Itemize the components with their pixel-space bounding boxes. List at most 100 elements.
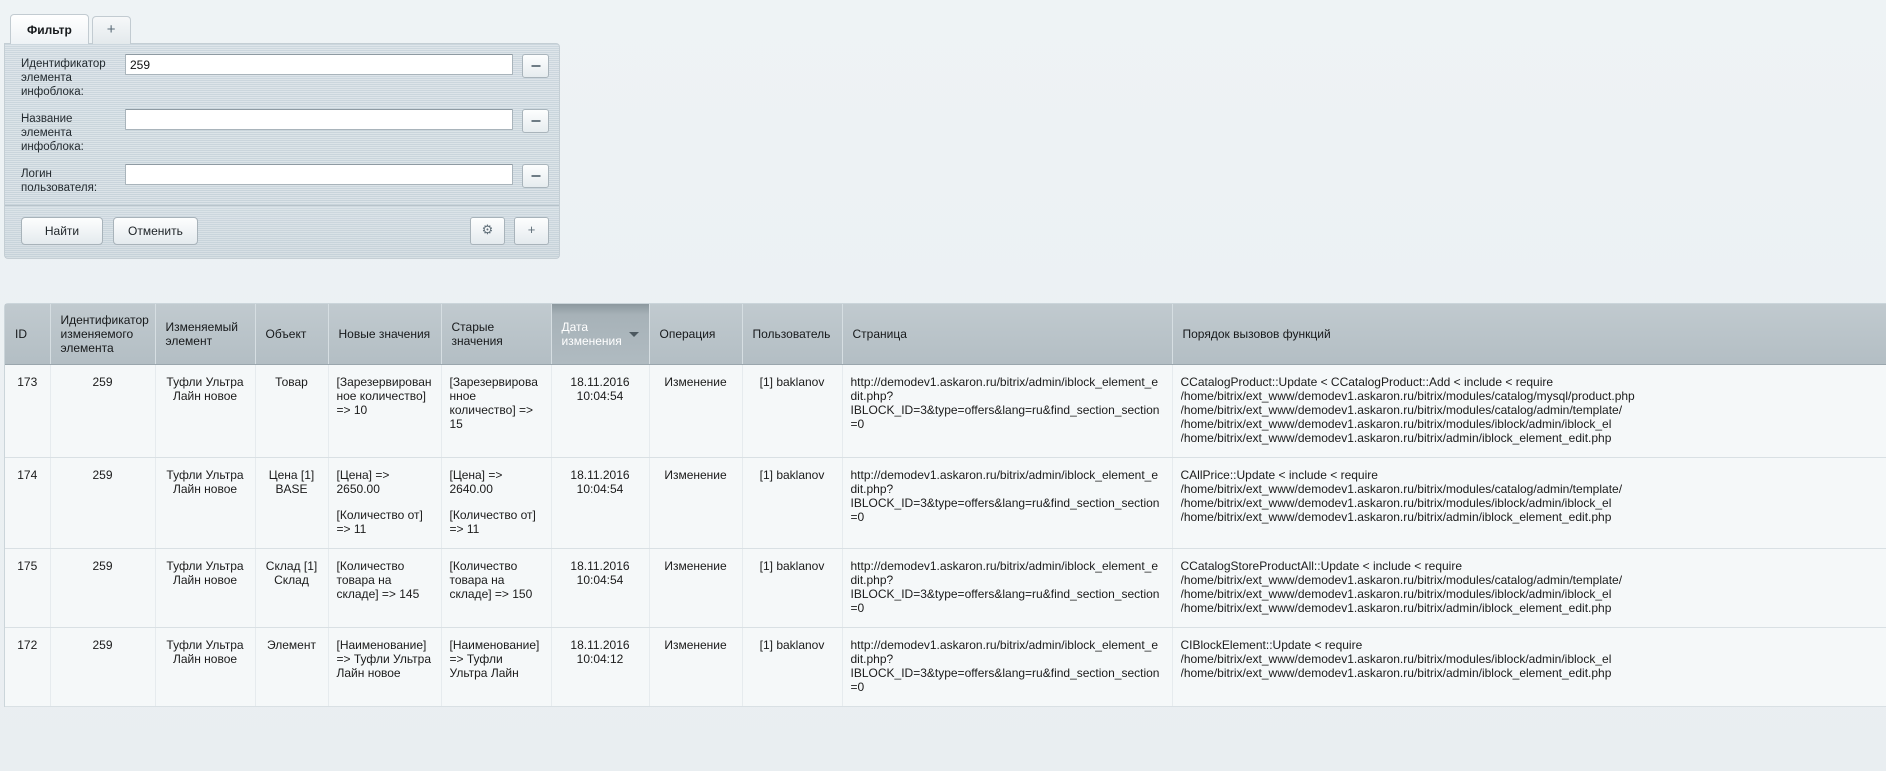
cell-user: [1] baklanov bbox=[742, 549, 842, 628]
filter-label-element-id: Идентификатор элемента инфоблока: bbox=[21, 54, 125, 99]
cell-page-line: http://demodev1.askaron.ru/bitrix/admin/… bbox=[851, 468, 1164, 496]
gear-icon[interactable]: ⚙ bbox=[470, 217, 505, 245]
cell-page-line: http://demodev1.askaron.ru/bitrix/admin/… bbox=[851, 375, 1164, 403]
filter-label-element-name: Название элемента инфоблока: bbox=[21, 109, 125, 154]
cell-date-line: 18.11.2016 bbox=[560, 559, 641, 573]
cell-stack-line: CCatalogProduct::Update < CCatalogProduc… bbox=[1181, 375, 1879, 389]
filter-panel: Фильтр + – Идентификатор элемента инфобл… bbox=[4, 12, 560, 259]
remove-user-login-filter-button[interactable] bbox=[522, 164, 549, 188]
cell-element-id: 259 bbox=[50, 365, 155, 458]
column-header-object[interactable]: Объект bbox=[255, 304, 328, 365]
filter-tabs: Фильтр + bbox=[4, 12, 560, 44]
cell-date-line: 18.11.2016 bbox=[560, 638, 641, 652]
cell-element: Туфли Ультра Лайн новое bbox=[155, 365, 255, 458]
cell-stack-line: /home/bitrix/ext_www/demodev1.askaron.ru… bbox=[1181, 431, 1879, 445]
cell-element: Туфли Ультра Лайн новое bbox=[155, 628, 255, 707]
element-id-input[interactable] bbox=[125, 54, 513, 75]
cell-date: 18.11.201610:04:54 bbox=[551, 549, 649, 628]
cell-stack-line: /home/bitrix/ext_www/demodev1.askaron.ru… bbox=[1181, 417, 1879, 431]
cell-object: Элемент bbox=[255, 628, 328, 707]
table-row[interactable]: 174259Туфли Ультра Лайн новоеЦена [1] BA… bbox=[5, 458, 1886, 549]
cell-stack-line: /home/bitrix/ext_www/demodev1.askaron.ru… bbox=[1181, 510, 1879, 524]
cell-operation: Изменение bbox=[649, 458, 742, 549]
column-header-element[interactable]: Изменяемый элемент bbox=[155, 304, 255, 365]
find-button[interactable]: Найти bbox=[21, 217, 103, 245]
cell-new-values-line: [Количество товара на складе] => 145 bbox=[337, 559, 433, 601]
cell-stack-line: CAllPrice::Update < include < require bbox=[1181, 468, 1879, 482]
cell-stack: CCatalogStoreProductAll::Update < includ… bbox=[1172, 549, 1886, 628]
cell-stack-line: /home/bitrix/ext_www/demodev1.askaron.ru… bbox=[1181, 573, 1879, 587]
column-header-id[interactable]: ID bbox=[5, 304, 50, 365]
cell-new-values: [Количество товара на складе] => 145 bbox=[328, 549, 441, 628]
cell-object: Товар bbox=[255, 365, 328, 458]
table-row[interactable]: 173259Туфли Ультра Лайн новоеТовар[Зарез… bbox=[5, 365, 1886, 458]
cell-stack-line: /home/bitrix/ext_www/demodev1.askaron.ru… bbox=[1181, 389, 1879, 403]
cell-page: http://demodev1.askaron.ru/bitrix/admin/… bbox=[842, 458, 1172, 549]
cell-stack-line: /home/bitrix/ext_www/demodev1.askaron.ru… bbox=[1181, 482, 1879, 496]
cell-new-values: [Зарезервированное количество] => 10 bbox=[328, 365, 441, 458]
column-header-element-id[interactable]: Идентификатор изменяемого элемента bbox=[50, 304, 155, 365]
cell-operation: Изменение bbox=[649, 549, 742, 628]
cell-id: 174 bbox=[5, 458, 50, 549]
cell-stack: CCatalogProduct::Update < CCatalogProduc… bbox=[1172, 365, 1886, 458]
column-header-new-values[interactable]: Новые значения bbox=[328, 304, 441, 365]
cell-old-values-line: [Цена] => 2640.00 bbox=[450, 468, 543, 496]
cell-page: http://demodev1.askaron.ru/bitrix/admin/… bbox=[842, 365, 1172, 458]
tab-add-filter[interactable]: + bbox=[92, 16, 131, 44]
cell-element-id: 259 bbox=[50, 549, 155, 628]
cell-stack-line: /home/bitrix/ext_www/demodev1.askaron.ru… bbox=[1181, 601, 1879, 615]
cancel-button[interactable]: Отменить bbox=[113, 217, 198, 245]
filter-row-user-login: Логин пользователя: bbox=[5, 164, 559, 195]
column-header-page[interactable]: Страница bbox=[842, 304, 1172, 365]
cell-page-line: http://demodev1.askaron.ru/bitrix/admin/… bbox=[851, 559, 1164, 587]
cell-page-line: IBLOCK_ID=3&type=offers&lang=ru&find_sec… bbox=[851, 496, 1164, 524]
cell-user: [1] baklanov bbox=[742, 458, 842, 549]
remove-element-id-filter-button[interactable] bbox=[522, 54, 549, 78]
remove-element-name-filter-button[interactable] bbox=[522, 109, 549, 133]
tab-filter[interactable]: Фильтр bbox=[10, 14, 89, 44]
column-header-date[interactable]: Дата изменения bbox=[551, 304, 649, 365]
cell-id: 172 bbox=[5, 628, 50, 707]
cell-old-values: [Зарезервированное количество] => 15 bbox=[441, 365, 551, 458]
table-row[interactable]: 172259Туфли Ультра Лайн новоеЭлемент[Наи… bbox=[5, 628, 1886, 707]
cell-new-values-line: [Зарезервированное количество] => 10 bbox=[337, 375, 433, 417]
cell-stack-line: /home/bitrix/ext_www/demodev1.askaron.ru… bbox=[1181, 403, 1879, 417]
table-row[interactable]: 175259Туфли Ультра Лайн новоеСклад [1] С… bbox=[5, 549, 1886, 628]
cell-id: 173 bbox=[5, 365, 50, 458]
cell-old-values-line: [Наименование] => Туфли Ультра Лайн bbox=[450, 638, 543, 680]
filter-label-user-login: Логин пользователя: bbox=[21, 164, 125, 195]
cell-date-line: 18.11.2016 bbox=[560, 468, 641, 482]
filter-row-element-id: Идентификатор элемента инфоблока: bbox=[5, 54, 559, 99]
column-header-stack[interactable]: Порядок вызовов функций bbox=[1172, 304, 1886, 365]
cell-old-values-line: [Количество от] => 11 bbox=[450, 508, 543, 536]
cell-user: [1] baklanov bbox=[742, 365, 842, 458]
filter-row-element-name: Название элемента инфоблока: bbox=[5, 109, 559, 154]
cell-new-values: [Цена] => 2650.00[Количество от] => 11 bbox=[328, 458, 441, 549]
chevron-down-icon bbox=[629, 332, 639, 337]
cell-page-line: IBLOCK_ID=3&type=offers&lang=ru&find_sec… bbox=[851, 587, 1164, 615]
filter-body: – Идентификатор элемента инфоблока: Назв… bbox=[4, 43, 560, 259]
cell-object: Цена [1] BASE bbox=[255, 458, 328, 549]
cell-stack: CAllPrice::Update < include < require/ho… bbox=[1172, 458, 1886, 549]
cell-date: 18.11.201610:04:12 bbox=[551, 628, 649, 707]
column-header-user[interactable]: Пользователь bbox=[742, 304, 842, 365]
cell-operation: Изменение bbox=[649, 628, 742, 707]
log-table: ID Идентификатор изменяемого элемента Из… bbox=[5, 304, 1886, 707]
cell-stack-line: CCatalogStoreProductAll::Update < includ… bbox=[1181, 559, 1879, 573]
plus-icon[interactable]: + bbox=[514, 217, 549, 245]
cell-new-values: [Наименование] => Туфли Ультра Лайн ново… bbox=[328, 628, 441, 707]
table-header: ID Идентификатор изменяемого элемента Из… bbox=[5, 304, 1886, 365]
column-header-date-label: Дата изменения bbox=[562, 320, 622, 348]
cell-page-line: http://demodev1.askaron.ru/bitrix/admin/… bbox=[851, 638, 1164, 666]
cell-object: Склад [1] Склад bbox=[255, 549, 328, 628]
user-login-input[interactable] bbox=[125, 164, 513, 185]
cell-old-values-line: [Зарезервированное количество] => 15 bbox=[450, 375, 543, 431]
element-name-input[interactable] bbox=[125, 109, 513, 130]
column-header-old-values[interactable]: Старые значения bbox=[441, 304, 551, 365]
cell-element-id: 259 bbox=[50, 458, 155, 549]
cell-stack-line: /home/bitrix/ext_www/demodev1.askaron.ru… bbox=[1181, 652, 1879, 666]
cell-stack: CIBlockElement::Update < require/home/bi… bbox=[1172, 628, 1886, 707]
table-header-row: ID Идентификатор изменяемого элемента Из… bbox=[5, 304, 1886, 365]
column-header-operation[interactable]: Операция bbox=[649, 304, 742, 365]
cell-old-values: [Наименование] => Туфли Ультра Лайн bbox=[441, 628, 551, 707]
